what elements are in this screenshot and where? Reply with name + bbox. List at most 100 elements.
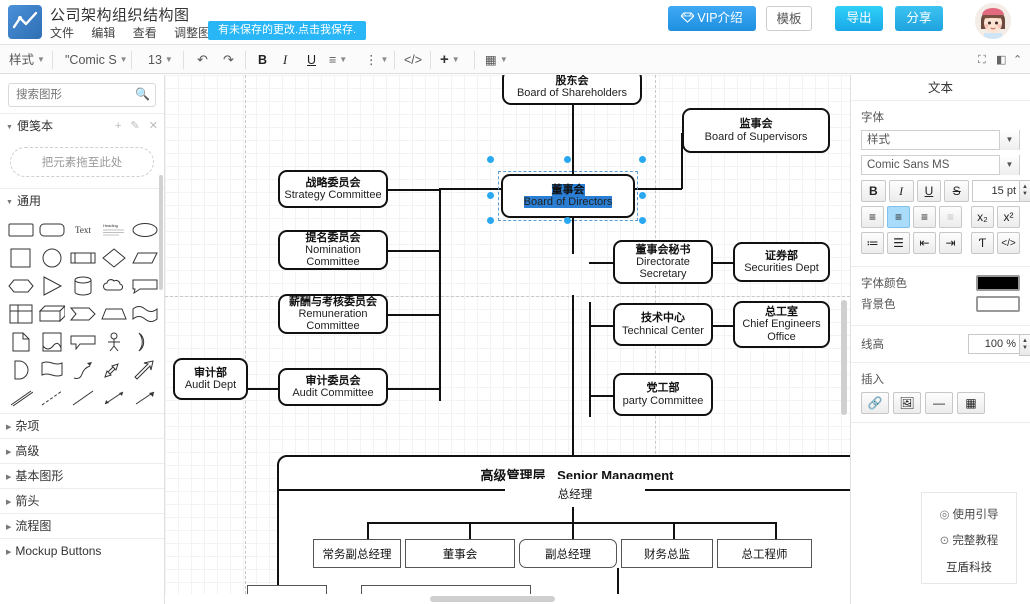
align-left-icon[interactable]: ≡	[861, 206, 884, 228]
menu-view[interactable]: 查看	[133, 24, 157, 41]
node-securities-dept[interactable]: 证券部 Securities Dept	[733, 242, 830, 282]
resize-handle-e[interactable]	[639, 192, 646, 199]
shape-process[interactable]	[68, 247, 97, 269]
superscript-button[interactable]: x²	[997, 206, 1020, 228]
panel-toggle-icon[interactable]: ◧	[996, 45, 1006, 75]
diagram-canvas[interactable]: 股东会 Board of Shareholders 监事会 Board of S…	[165, 75, 850, 604]
strikethrough-button[interactable]: S	[944, 180, 970, 202]
sidebar-section-basic[interactable]: ▶ 基本图形	[0, 463, 164, 488]
code-icon[interactable]: </>	[997, 232, 1020, 254]
shape-double-line[interactable]	[6, 387, 35, 409]
table-icon[interactable]: ▦ ▼	[480, 45, 513, 75]
align-right-icon[interactable]: ≡	[913, 206, 936, 228]
shape-chevron-arrow[interactable]	[68, 303, 97, 325]
node-board-of-shareholders[interactable]: 股东会 Board of Shareholders	[502, 75, 642, 105]
share-button[interactable]: 分享	[895, 6, 943, 31]
bold-button[interactable]: B	[861, 180, 886, 202]
export-button[interactable]: 导出	[835, 6, 883, 31]
plus-icon[interactable]: +	[115, 120, 121, 132]
vip-intro-button[interactable]: VIP介绍	[668, 6, 756, 31]
node-strategy-committee[interactable]: 战略委员会 Strategy Committee	[278, 170, 388, 208]
font-style-select[interactable]: 样式 ▼	[861, 130, 1020, 150]
manager-exec-vgm[interactable]: 常务副总经理	[313, 539, 401, 568]
search-input[interactable]	[8, 83, 156, 107]
shape-diamond[interactable]	[100, 247, 129, 269]
shape-ellipse[interactable]	[131, 219, 160, 241]
clear-format-icon[interactable]: Ƭ	[971, 232, 994, 254]
shape-double-headed-arrow[interactable]	[100, 387, 129, 409]
shape-card[interactable]	[37, 359, 66, 381]
outdent-icon[interactable]: ⇤	[913, 232, 936, 254]
resize-handle-n[interactable]	[564, 156, 571, 163]
line-height-field[interactable]: 100 % ▲ ▼	[968, 334, 1030, 356]
font-size-stepper[interactable]: ▲ ▼	[1019, 180, 1030, 202]
align-justify-icon[interactable]: ≡	[939, 206, 962, 228]
shape-wave[interactable]	[131, 303, 160, 325]
node-technical-center[interactable]: 技术中心 Technical Center	[613, 303, 713, 346]
close-icon[interactable]: ✕	[149, 120, 158, 132]
manager-cfo[interactable]: 财务总监	[621, 539, 713, 568]
node-board-of-supervisors[interactable]: 监事会 Board of Supervisors	[682, 108, 830, 153]
resize-handle-se[interactable]	[639, 217, 646, 224]
shape-hexagon[interactable]	[6, 275, 35, 297]
full-tutorial-link[interactable]: ⊙ 完整教程	[922, 527, 1016, 553]
font-size-field[interactable]: 15 pt ▲ ▼	[972, 180, 1030, 202]
general-header[interactable]: ▼ 通用	[0, 189, 164, 213]
font-color-swatch[interactable]	[976, 275, 1020, 291]
shape-heading-text[interactable]: Heading	[100, 219, 129, 241]
undo-icon[interactable]: ↶	[192, 45, 213, 75]
resize-handle-nw[interactable]	[487, 156, 494, 163]
sidebar-section-mockup-buttons[interactable]: ▶ Mockup Buttons	[0, 538, 164, 563]
more-vertical-icon[interactable]: ⋮ ▼	[360, 45, 393, 75]
align-center-icon[interactable]: ≡	[887, 206, 910, 228]
align-left-icon[interactable]: ≡ ▼	[324, 45, 352, 75]
canvas-vertical-scrollbar[interactable]	[841, 300, 847, 415]
plus-icon[interactable]: + ▼	[435, 45, 465, 75]
manager-board[interactable]: 董事会	[405, 539, 515, 568]
bullet-list-icon[interactable]: ☰	[887, 232, 910, 254]
unsaved-changes-banner[interactable]: 有未保存的更改.点击我保存.	[208, 21, 367, 40]
link-icon[interactable]: 🔗	[861, 392, 889, 414]
shape-circle[interactable]	[37, 247, 66, 269]
user-avatar[interactable]	[975, 3, 1011, 39]
underline-button[interactable]: U	[916, 180, 942, 202]
shape-rect-rounded2[interactable]	[37, 219, 66, 241]
resize-handle-sw[interactable]	[487, 217, 494, 224]
usage-guide-link[interactable]: ◎ 使用引导	[922, 501, 1016, 527]
shape-crescent[interactable]	[131, 331, 160, 353]
manager-chief-engineer[interactable]: 总工程师	[717, 539, 812, 568]
shape-double-arrow[interactable]	[100, 359, 129, 381]
node-audit-committee[interactable]: 审计委员会 Audit Committee	[278, 368, 388, 406]
bg-color-swatch[interactable]	[976, 296, 1020, 312]
scratchpad-dropzone[interactable]: 把元素拖至此处	[10, 147, 154, 177]
resize-handle-w[interactable]	[487, 192, 494, 199]
sidebar-section-advanced[interactable]: ▶ 高级	[0, 438, 164, 463]
line-height-stepper[interactable]: ▲ ▼	[1019, 334, 1030, 356]
italic-button[interactable]: I	[888, 180, 914, 202]
sidebar-section-flowchart[interactable]: ▶ 流程图	[0, 513, 164, 538]
resize-handle-s[interactable]	[564, 217, 571, 224]
node-directorate-secretary[interactable]: 董事会秘书 Directorate Secretary	[613, 240, 713, 284]
redo-icon[interactable]: ↷	[218, 45, 239, 75]
shape-cylinder[interactable]	[68, 275, 97, 297]
shape-square[interactable]	[6, 247, 35, 269]
shape-dashed-line[interactable]	[37, 387, 66, 409]
shape-text[interactable]: Text	[68, 219, 97, 241]
shape-actor[interactable]	[100, 331, 129, 353]
canvas-horizontal-scrollbar[interactable]	[165, 594, 850, 604]
shape-block-arrow[interactable]	[131, 359, 160, 381]
manager-vgm[interactable]: 副总经理	[519, 539, 617, 568]
toolbar-fontsize-dropdown[interactable]: 13 ▼	[143, 45, 178, 75]
shape-document[interactable]	[6, 331, 35, 353]
underline-button[interactable]: U	[302, 45, 321, 75]
pencil-icon[interactable]: ✎	[131, 120, 140, 132]
shape-callout[interactable]	[131, 275, 160, 297]
scrollbar-thumb[interactable]	[430, 596, 555, 602]
sidebar-scrollbar[interactable]	[159, 175, 163, 290]
shape-table[interactable]	[6, 303, 35, 325]
sidebar-section-arrows[interactable]: ▶ 箭头	[0, 488, 164, 513]
node-audit-dept[interactable]: 审计部 Audit Dept	[173, 358, 248, 400]
collapse-chevron-icon[interactable]: ⌃	[1013, 45, 1022, 75]
menu-file[interactable]: 文件	[50, 24, 74, 41]
node-remuneration-committee[interactable]: 薪酬与考核委员会 Remuneration Committee	[278, 294, 388, 334]
